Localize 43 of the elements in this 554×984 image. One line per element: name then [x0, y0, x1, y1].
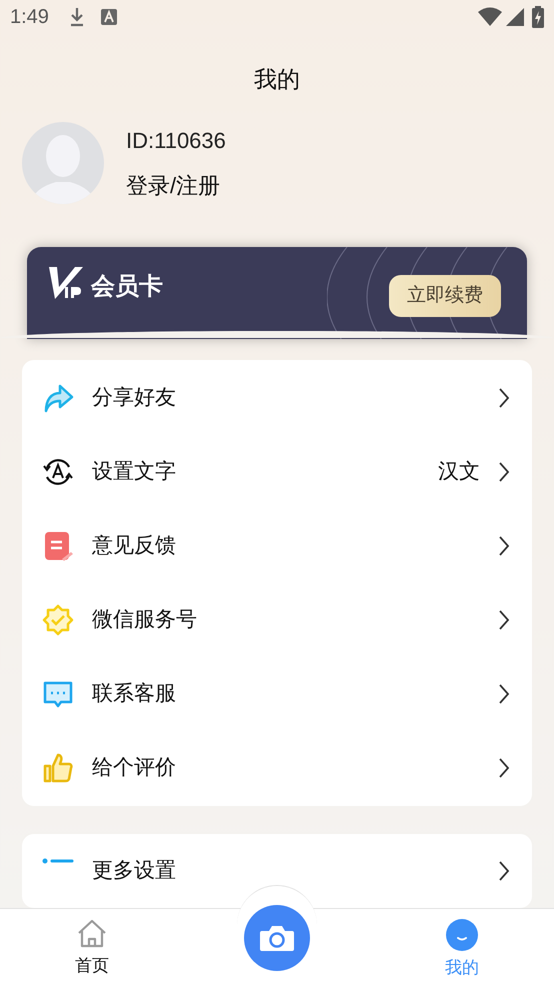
- menu-label: 意见反馈: [92, 533, 177, 560]
- chevron-right-icon: [498, 683, 510, 706]
- menu-item[interactable]: 微信服务号: [22, 583, 532, 658]
- menu-item[interactable]: 设置文字 汉文: [22, 435, 532, 510]
- renew-button[interactable]: 立即续费: [389, 274, 501, 317]
- download-icon: [68, 7, 85, 28]
- menu-label: 微信服务号: [92, 607, 198, 634]
- home-icon: [76, 919, 108, 949]
- smile-icon: [446, 919, 478, 951]
- chevron-right-icon: [498, 757, 510, 780]
- login-link[interactable]: 登录/注册: [126, 168, 226, 202]
- page-title: 我的: [254, 64, 300, 94]
- tab-item[interactable]: 首页: [47, 909, 137, 978]
- menu-label: 更多设置: [92, 858, 177, 884]
- menu-value: 汉文: [438, 459, 480, 486]
- vip-card-title: 会员卡: [91, 274, 163, 299]
- camera-icon: [259, 924, 295, 952]
- chevron-right-icon: [498, 609, 510, 632]
- check-badge-icon: [42, 604, 74, 636]
- menu-item[interactable]: 意见反馈: [22, 509, 532, 584]
- menu-label: 联系客服: [92, 681, 177, 708]
- thumbs-up-icon: [42, 752, 74, 784]
- menu-item[interactable]: 联系客服: [22, 657, 532, 732]
- user-id: ID:110636: [126, 126, 226, 155]
- menu-item[interactable]: 更多设置: [22, 834, 532, 908]
- chevron-right-icon: [498, 535, 510, 558]
- chevron-right-icon: [498, 387, 510, 410]
- note-pencil-icon: [42, 530, 74, 562]
- share-arrow-icon: [42, 382, 74, 414]
- list-icon: [42, 858, 74, 864]
- menu-label: 设置文字: [92, 459, 177, 486]
- status-time: 1:49: [10, 5, 49, 30]
- vip-logo-icon: [49, 266, 83, 299]
- battery-icon: [532, 6, 544, 28]
- menu-label: 给个评价: [92, 755, 177, 782]
- wifi-icon: [478, 7, 502, 28]
- chevron-right-icon: [498, 860, 510, 882]
- menu-item[interactable]: 分享好友: [22, 361, 532, 436]
- font-icon: [100, 9, 117, 26]
- signal-icon: [506, 8, 524, 26]
- chevron-right-icon: [498, 461, 510, 484]
- menu-item[interactable]: 给个评价: [22, 731, 532, 806]
- menu-label: 分享好友: [92, 385, 177, 412]
